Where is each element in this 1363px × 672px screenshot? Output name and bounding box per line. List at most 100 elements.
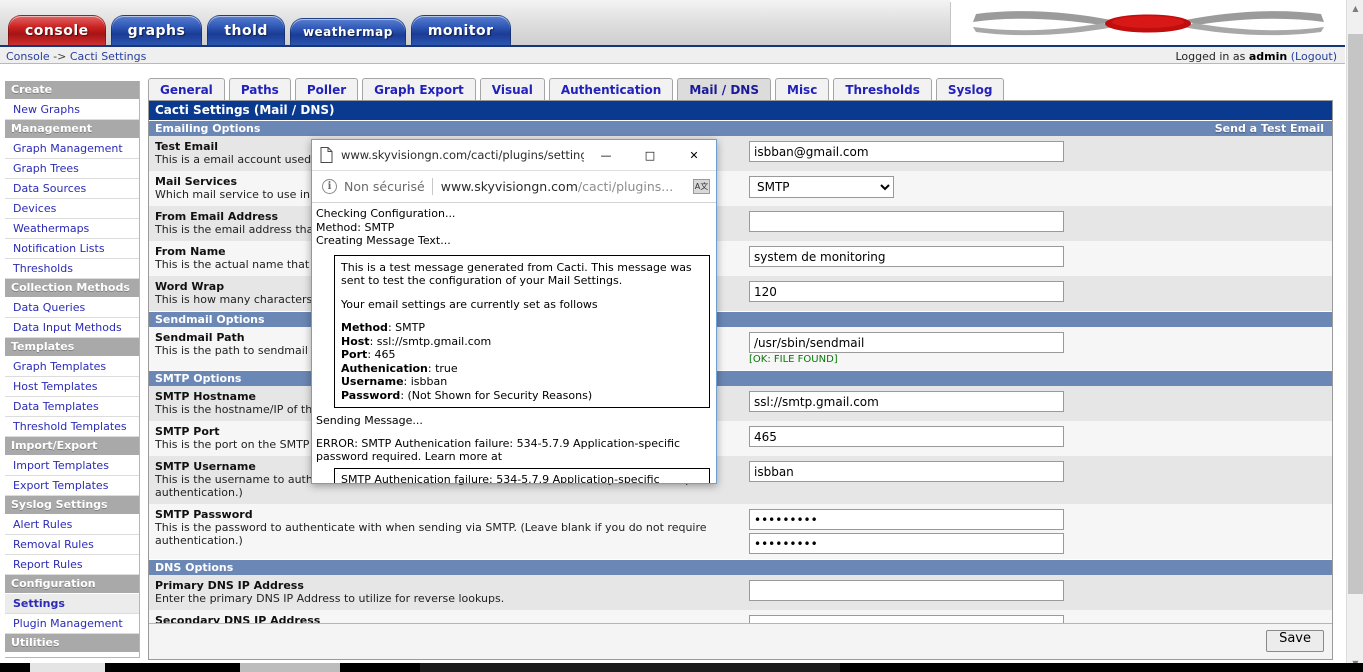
setting-control-cell: [OK: FILE FOUND] (749, 327, 1332, 370)
sidebar-item-data-input-methods[interactable]: Data Input Methods (5, 318, 139, 338)
sidebar-item-new-graphs[interactable]: New Graphs (5, 100, 139, 120)
translate-icon[interactable]: A文 (693, 179, 710, 194)
popup-address-bar[interactable]: i Non sécurisé www.skyvisiongn.com/cacti… (312, 171, 716, 203)
mail-setting-value: (Not Shown for Security Reasons) (407, 388, 593, 402)
from-email-address-input[interactable] (749, 211, 1064, 232)
setting-row: Primary DNS IP Address Enter the primary … (149, 575, 1332, 610)
sidebar-item-data-queries[interactable]: Data Queries (5, 298, 139, 318)
save-button[interactable]: Save (1266, 630, 1324, 652)
tab-mail-dns[interactable]: Mail / DNS (677, 78, 771, 100)
test-email-input[interactable] (749, 141, 1064, 162)
sidebar-item-weathermaps[interactable]: Weathermaps (5, 219, 139, 239)
sidebar-item-removal-rules[interactable]: Removal Rules (5, 535, 139, 555)
sendmail-path-status-note: [OK: FILE FOUND] (749, 354, 838, 365)
login-status: Logged in as admin (Logout) (1176, 50, 1338, 63)
setting-control-cell: PHP Mail()SendmailSMTP (749, 171, 1332, 206)
sidebar-item-data-templates[interactable]: Data Templates (5, 397, 139, 417)
tab-graph-export[interactable]: Graph Export (362, 78, 476, 100)
setting-control-cell (749, 575, 1332, 610)
sidebar-item-system-utilities[interactable]: System Utilities (5, 653, 139, 657)
primary-dns-ip-address-input[interactable] (749, 580, 1064, 601)
nav-tab-monitor[interactable]: monitor (410, 15, 511, 45)
sidebar-item-graph-trees[interactable]: Graph Trees (5, 159, 139, 179)
tab-misc[interactable]: Misc (775, 78, 830, 100)
sidebar-item-report-rules[interactable]: Report Rules (5, 555, 139, 575)
nav-tab-graphs-label: graphs (127, 22, 186, 39)
mail-setting-key: Authenication (341, 361, 428, 375)
smtp-hostname-input[interactable] (749, 391, 1064, 412)
tab-paths[interactable]: Paths (228, 78, 291, 100)
nav-tab-graphs[interactable]: graphs (110, 15, 203, 45)
minimize-icon[interactable]: — (584, 140, 628, 171)
smtp-username-input[interactable] (749, 461, 1064, 482)
sidebar-item-settings[interactable]: Settings (5, 594, 139, 614)
os-taskbar[interactable] (0, 663, 1363, 672)
primary-nav-tabs[interactable]: console graphs thold weathermap monitor (8, 13, 511, 45)
breadcrumb-current: Cacti Settings (69, 50, 147, 63)
nav-tab-weathermap[interactable]: weathermap (289, 18, 406, 45)
mail-services-select[interactable]: PHP Mail()SendmailSMTP (749, 176, 894, 198)
setting-control-cell (749, 206, 1332, 241)
scroll-thumb[interactable] (1348, 34, 1363, 594)
tab-general[interactable]: General (148, 78, 225, 100)
breadcrumb-console-link[interactable]: Console (6, 50, 50, 63)
nav-tab-console[interactable]: console (8, 15, 106, 45)
from-name-input[interactable] (749, 246, 1064, 267)
sidebar-item-thresholds[interactable]: Thresholds (5, 259, 139, 279)
smtp-password-input[interactable] (749, 509, 1064, 530)
smtp-password-confirm-input[interactable] (749, 533, 1064, 554)
nav-tab-monitor-label: monitor (427, 22, 494, 39)
tab-syslog[interactable]: Syslog (935, 78, 1005, 100)
word-wrap-input[interactable] (749, 281, 1064, 302)
smtp-port-input[interactable] (749, 426, 1064, 447)
test-message-intro: This is a test message generated from Ca… (341, 260, 692, 288)
cacti-banner: console graphs thold weathermap monitor (0, 0, 1345, 45)
test-email-popup-window[interactable]: www.skyvisiongn.com/cacti/plugins/settin… (311, 139, 717, 484)
sidebar-menu[interactable]: Create New Graphs Management Graph Manageme… (5, 81, 140, 658)
sidebar-item-graph-templates[interactable]: Graph Templates (5, 357, 139, 377)
sidebar-item-alert-rules[interactable]: Alert Rules (5, 515, 139, 535)
sidebar-item-host-templates[interactable]: Host Templates (5, 377, 139, 397)
tab-poller[interactable]: Poller (294, 78, 359, 100)
tab-visual[interactable]: Visual (479, 78, 545, 100)
browser-page: console graphs thold weathermap monitor … (0, 0, 1363, 672)
close-icon[interactable]: ✕ (672, 140, 716, 171)
cacti-logo-graphic (973, 11, 1324, 36)
test-message-settings-intro: Your email settings are currently set as… (341, 297, 598, 311)
tab-authentication[interactable]: Authentication (548, 78, 674, 100)
tab-thresholds[interactable]: Thresholds (833, 78, 932, 100)
setting-label-cell: Primary DNS IP Address Enter the primary … (149, 575, 749, 610)
sendmail-path-input[interactable] (749, 332, 1064, 353)
mail-setting-key: Host (341, 334, 370, 348)
sidebar-item-threshold-templates[interactable]: Threshold Templates (5, 417, 139, 437)
sidebar-item-import-templates[interactable]: Import Templates (5, 456, 139, 476)
scroll-up-icon[interactable]: ▲ (1347, 0, 1363, 17)
sidebar-item-data-sources[interactable]: Data Sources (5, 179, 139, 199)
mail-settings-list: Method: SMTP Host: ssl://smtp.gmail.com Po… (341, 321, 703, 402)
sidebar-item-notification-lists[interactable]: Notification Lists (5, 239, 139, 259)
address-url[interactable]: www.skyvisiongn.com/cacti/plugins... (441, 179, 689, 194)
info-icon[interactable]: i (322, 179, 337, 194)
taskbar-segment-2 (240, 663, 340, 672)
save-bar: Save (149, 623, 1332, 659)
send-test-email-link[interactable]: Send a Test Email (1215, 123, 1324, 135)
logout-link[interactable]: (Logout) (1291, 50, 1337, 63)
setting-control-cell (749, 136, 1332, 171)
mail-setting-value: true (435, 361, 458, 375)
sidebar-item-plugin-management[interactable]: Plugin Management (5, 614, 139, 634)
nav-tab-weathermap-label: weathermap (302, 25, 393, 39)
sidebar-item-graph-management[interactable]: Graph Management (5, 139, 139, 159)
sidebar-item-export-templates[interactable]: Export Templates (5, 476, 139, 496)
test-message-box: This is a test message generated from Ca… (334, 254, 710, 408)
maximize-icon[interactable]: □ (628, 140, 672, 171)
setting-description: Enter the primary DNS IP Address to util… (155, 592, 505, 605)
setting-control-cell (749, 456, 1332, 504)
sidebar-item-devices[interactable]: Devices (5, 199, 139, 219)
sidebar-section-create: Create (5, 81, 139, 100)
page-vertical-scrollbar[interactable]: ▲ ▼ (1346, 0, 1363, 672)
error-message-line: ERROR: SMTP Authenication failure: 534-5… (316, 436, 684, 464)
popup-titlebar[interactable]: www.skyvisiongn.com/cacti/plugins/settin… (312, 140, 716, 171)
settings-tab-row[interactable]: General Paths Poller Graph Export Visual Auth… (148, 75, 1005, 100)
nav-tab-thold[interactable]: thold (207, 15, 285, 45)
popup-status-lines: Checking Configuration... Method: SMTP C… (316, 207, 456, 247)
